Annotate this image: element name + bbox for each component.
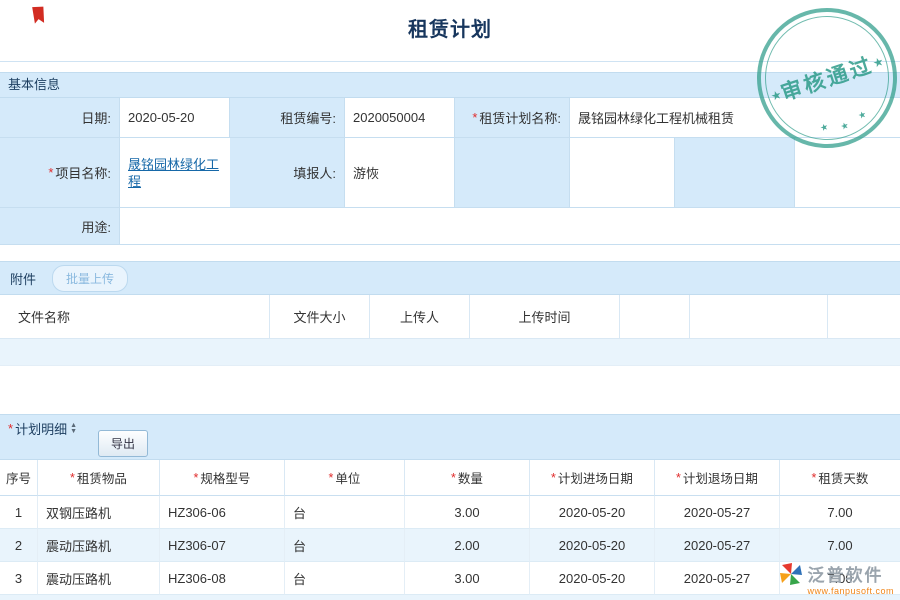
cell-unit: 台 (285, 562, 405, 595)
col-unit: *单位 (285, 460, 405, 496)
cell-rent-days: 7.00 (780, 562, 900, 595)
empty-value-cell (795, 138, 900, 208)
cell-item: 双钢压路机 (38, 496, 160, 529)
table-row: 1 双钢压路机 HZ306-06 台 3.00 2020-05-20 2020-… (0, 496, 900, 529)
basic-info-form: 日期: 2020-05-20 租赁编号: 2020050004 *租赁计划名称:… (0, 98, 900, 245)
purpose-label: 用途: (0, 208, 120, 245)
date-value: 2020-05-20 (120, 98, 230, 138)
cell-qty: 3.00 (405, 562, 530, 595)
attachments-title: 附件 (10, 269, 36, 288)
col-item: *租赁物品 (38, 460, 160, 496)
reporter-label: 填报人: (230, 138, 345, 208)
sort-icon[interactable]: ▲▼ (70, 423, 77, 435)
cell-exit-date: 2020-05-27 (655, 496, 780, 529)
attachments-table-header: 文件名称 文件大小 上传人 上传时间 (0, 295, 900, 339)
cell-model: HZ306-07 (160, 529, 285, 562)
empty-label-cell (675, 138, 795, 208)
purpose-value (120, 208, 900, 245)
empty-label-cell (455, 138, 570, 208)
cell-qty: 3.00 (405, 496, 530, 529)
cell-model: HZ306-08 (160, 562, 285, 595)
rental-no-value: 2020050004 (345, 98, 455, 138)
col-model: *规格型号 (160, 460, 285, 496)
plan-name-label: *租赁计划名称: (455, 98, 570, 138)
project-value: 晟铭园林绿化工程 (120, 138, 230, 208)
col-enter-date: *计划进场日期 (530, 460, 655, 496)
col-rent-days: *租赁天数 (780, 460, 900, 496)
cell-enter-date: 2020-05-20 (530, 562, 655, 595)
attachments-section-header: 附件 批量上传 (0, 261, 900, 295)
col-seq: 序号 (0, 460, 38, 496)
reporter-value: 游恢 (345, 138, 455, 208)
col-uploader: 上传人 (370, 295, 470, 338)
cell-unit: 台 (285, 529, 405, 562)
col-file-size: 文件大小 (270, 295, 370, 338)
cell-model: HZ306-06 (160, 496, 285, 529)
clipped-next-row (0, 595, 900, 600)
project-label: *项目名称: (0, 138, 120, 208)
attachments-empty-row (0, 339, 900, 366)
table-row: 2 震动压路机 HZ306-07 台 2.00 2020-05-20 2020-… (0, 529, 900, 562)
table-row: 3 震动压路机 HZ306-08 台 3.00 2020-05-20 2020-… (0, 562, 900, 595)
page-title: 租赁计划 (0, 0, 900, 60)
bookmark-icon (28, 6, 48, 31)
cell-exit-date: 2020-05-27 (655, 562, 780, 595)
batch-upload-button[interactable]: 批量上传 (52, 265, 128, 292)
cell-enter-date: 2020-05-20 (530, 496, 655, 529)
plan-details-section-header: * 计划明细 ▲▼ 导出 (0, 414, 900, 460)
project-link[interactable]: 晟铭园林绿化工程 (128, 156, 230, 190)
page: 租赁计划 基本信息 日期: 2020-05-20 租赁编号: 202005000… (0, 0, 900, 600)
basic-info-section-header: 基本信息 (0, 72, 900, 98)
col-upload-time: 上传时间 (470, 295, 620, 338)
col-empty (828, 295, 900, 338)
cell-rent-days: 7.00 (780, 496, 900, 529)
cell-seq: 2 (0, 529, 38, 562)
col-exit-date: *计划退场日期 (655, 460, 780, 496)
empty-value-cell (570, 138, 675, 208)
col-qty: *数量 (405, 460, 530, 496)
cell-seq: 1 (0, 496, 38, 529)
cell-unit: 台 (285, 496, 405, 529)
cell-item: 震动压路机 (38, 529, 160, 562)
export-button[interactable]: 导出 (98, 430, 148, 457)
col-empty (620, 295, 690, 338)
plan-details-table-body: 1 双钢压路机 HZ306-06 台 3.00 2020-05-20 2020-… (0, 496, 900, 600)
plan-details-title: * 计划明细 ▲▼ (8, 419, 77, 438)
header: 租赁计划 (0, 0, 900, 62)
rental-no-label: 租赁编号: (230, 98, 345, 138)
cell-rent-days: 7.00 (780, 529, 900, 562)
plan-details-table-header: 序号 *租赁物品 *规格型号 *单位 *数量 *计划进场日期 *计划退场日期 *… (0, 460, 900, 496)
col-empty (690, 295, 828, 338)
cell-qty: 2.00 (405, 529, 530, 562)
date-label: 日期: (0, 98, 120, 138)
cell-enter-date: 2020-05-20 (530, 529, 655, 562)
cell-item: 震动压路机 (38, 562, 160, 595)
plan-name-value: 晟铭园林绿化工程机械租赁 (570, 98, 900, 138)
col-file-name: 文件名称 (0, 295, 270, 338)
cell-exit-date: 2020-05-27 (655, 529, 780, 562)
cell-seq: 3 (0, 562, 38, 595)
